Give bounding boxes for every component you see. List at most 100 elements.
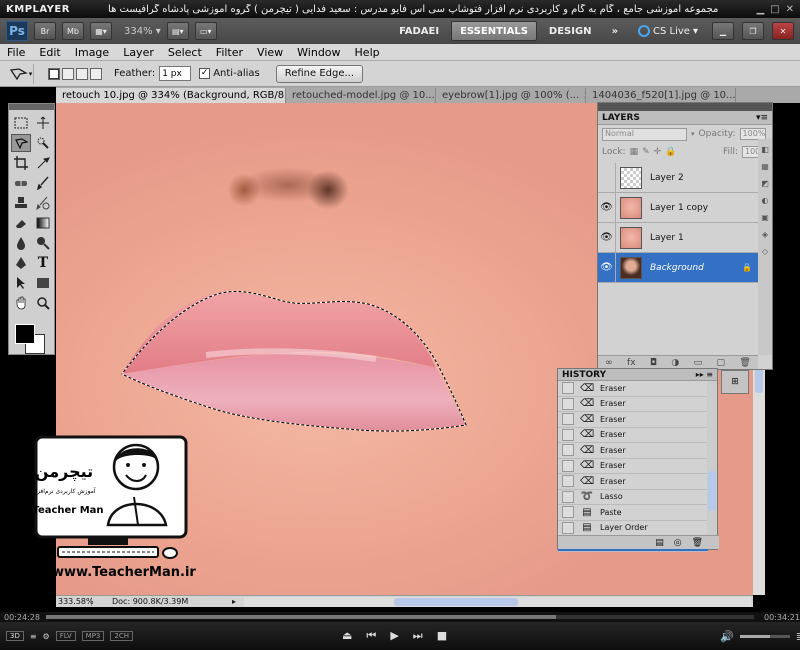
seek-track[interactable] — [46, 615, 754, 619]
arrange-documents-button[interactable]: ▤▾ — [166, 22, 189, 40]
eyedropper-tool-icon[interactable] — [33, 154, 53, 172]
shape-tool-icon[interactable] — [33, 274, 53, 292]
view-extras-button[interactable]: ▦▾ — [90, 22, 112, 40]
settings-gear-icon[interactable]: ⚙ — [43, 632, 50, 641]
history-source-box[interactable] — [562, 521, 574, 534]
layer-row-layer-2[interactable]: Layer 2 — [598, 162, 758, 193]
menu-help[interactable]: Help — [348, 46, 387, 59]
clone-stamp-tool-icon[interactable] — [11, 194, 31, 212]
move-tool-icon[interactable] — [33, 114, 53, 132]
menu-select[interactable]: Select — [161, 46, 209, 59]
screen-mode-button[interactable]: ▭▾ — [194, 22, 217, 40]
history-state[interactable]: ⌫ Eraser — [558, 474, 708, 490]
status-menu-arrow-icon[interactable]: ▸ — [232, 597, 244, 606]
maximize-icon[interactable]: □ — [770, 4, 779, 15]
player-logo[interactable]: KMPLAYER — [0, 4, 70, 15]
new-group-icon[interactable]: ▭ — [694, 358, 703, 368]
color-panel-icon[interactable]: ◧ — [761, 145, 769, 154]
doc-tab-retouched-model[interactable]: retouched-model.jpg @ 10... × — [286, 88, 436, 103]
history-source-box[interactable] — [562, 428, 574, 441]
blend-mode-select[interactable]: Normal — [602, 127, 687, 141]
lock-paint-icon[interactable]: ✎ — [642, 147, 650, 157]
close-icon[interactable]: ✕ — [786, 4, 794, 15]
menu-layer[interactable]: Layer — [116, 46, 161, 59]
brush-tool-icon[interactable] — [33, 174, 53, 192]
equalizer-icon[interactable]: ≣ — [796, 630, 800, 643]
lock-transparency-icon[interactable]: ▦ — [630, 147, 639, 157]
panel-menu-icon[interactable]: ▾≡ — [756, 113, 768, 123]
history-source-box[interactable] — [562, 459, 574, 472]
menu-file[interactable]: File — [0, 46, 32, 59]
anti-alias-checkbox[interactable]: ✓ — [199, 68, 211, 79]
scrollbar-thumb[interactable] — [708, 471, 716, 511]
new-layer-icon[interactable]: ▢ — [716, 358, 725, 368]
intersect-selection-button[interactable] — [90, 67, 102, 80]
collapsed-panel-icon[interactable]: ⊞ — [721, 370, 749, 394]
history-source-box[interactable] — [562, 475, 574, 488]
type-tool-icon[interactable]: T — [33, 254, 53, 272]
adjustment-layer-icon[interactable]: ◑ — [671, 358, 679, 368]
layer-row-background[interactable]: 👁 Background 🔒 — [598, 252, 758, 283]
lasso-tool-icon[interactable] — [11, 134, 31, 152]
menu-view[interactable]: View — [250, 46, 290, 59]
healing-brush-tool-icon[interactable] — [11, 174, 31, 192]
menu-filter[interactable]: Filter — [209, 46, 250, 59]
masks-panel-icon[interactable]: ▣ — [761, 213, 769, 222]
subtract-from-selection-button[interactable] — [76, 67, 88, 80]
lock-position-icon[interactable]: ✛ — [654, 147, 662, 157]
history-state[interactable]: ⌫ Eraser — [558, 412, 708, 428]
menu-window[interactable]: Window — [290, 46, 347, 59]
launch-mini-bridge-button[interactable]: Mb — [62, 22, 84, 40]
status-doc-size[interactable]: Doc: 900.8K/3.39M — [92, 597, 232, 606]
launch-bridge-button[interactable]: Br — [34, 22, 56, 40]
history-source-box[interactable] — [562, 444, 574, 457]
pen-tool-icon[interactable] — [11, 254, 31, 272]
quick-selection-tool-icon[interactable] — [33, 134, 53, 152]
workspace-fadaei[interactable]: FADAEI — [391, 21, 447, 41]
workspace-design[interactable]: DESIGN — [541, 21, 600, 41]
eject-icon[interactable]: ⏏ — [342, 629, 352, 643]
styles-panel-icon[interactable]: ◩ — [761, 179, 769, 188]
eye-icon[interactable]: 👁 — [598, 192, 616, 223]
zoom-level-readout[interactable]: 334% ▾ — [124, 26, 161, 37]
gradient-tool-icon[interactable] — [33, 214, 53, 232]
blend-dropdown-chevron-icon[interactable]: ▾ — [691, 130, 695, 138]
history-source-box[interactable] — [562, 382, 574, 395]
minimize-icon[interactable]: ▁ — [756, 4, 764, 15]
eye-icon[interactable]: 👁 — [598, 222, 616, 253]
eye-icon[interactable]: 👁 — [598, 252, 616, 283]
marquee-tool-icon[interactable] — [11, 114, 31, 132]
history-source-box[interactable] — [562, 397, 574, 410]
tool-preset-picker[interactable]: ▾ — [8, 63, 34, 84]
panel-menu-icon[interactable]: ▸▸ ≡ — [696, 370, 713, 379]
ps-close-icon[interactable]: ✕ — [772, 22, 794, 40]
canvas-horizontal-scrollbar[interactable] — [244, 596, 751, 607]
delete-state-icon[interactable]: 🗑 — [692, 538, 703, 548]
new-snapshot-icon[interactable]: ◎ — [674, 538, 682, 548]
stop-icon[interactable]: ■ — [437, 629, 447, 643]
delete-layer-icon[interactable]: 🗑 — [739, 358, 750, 368]
dodge-tool-icon[interactable] — [33, 234, 53, 252]
menu-image[interactable]: Image — [68, 46, 116, 59]
ps-minimize-icon[interactable]: ▁ — [712, 22, 734, 40]
play-icon[interactable]: ▶ — [390, 629, 398, 643]
new-document-from-state-icon[interactable]: ▤ — [655, 538, 664, 548]
history-state[interactable]: ⌫ Eraser — [558, 428, 708, 443]
eraser-tool-icon[interactable] — [11, 214, 31, 232]
crop-tool-icon[interactable] — [11, 154, 31, 172]
menu-icon[interactable]: ≡ — [30, 632, 37, 641]
history-source-box[interactable] — [562, 490, 574, 503]
new-selection-button[interactable] — [48, 67, 60, 80]
refine-edge-button[interactable]: Refine Edge... — [275, 64, 364, 83]
paths-panel-icon[interactable]: ◇ — [762, 247, 768, 256]
panel-header-bar[interactable] — [598, 103, 772, 111]
adjustments-panel-icon[interactable]: ◐ — [762, 196, 769, 205]
lock-all-icon[interactable]: 🔒 — [665, 147, 676, 157]
menu-edit[interactable]: Edit — [32, 46, 67, 59]
history-state[interactable]: ⌫ Eraser — [558, 459, 708, 474]
history-state[interactable]: ➰ Lasso — [558, 490, 708, 505]
swatches-panel-icon[interactable]: ▦ — [761, 162, 769, 171]
layers-tab[interactable]: LAYERS — [602, 113, 640, 123]
previous-icon[interactable]: ⏮ — [366, 629, 376, 643]
more-workspaces-chevron-icon[interactable]: » — [604, 21, 626, 41]
